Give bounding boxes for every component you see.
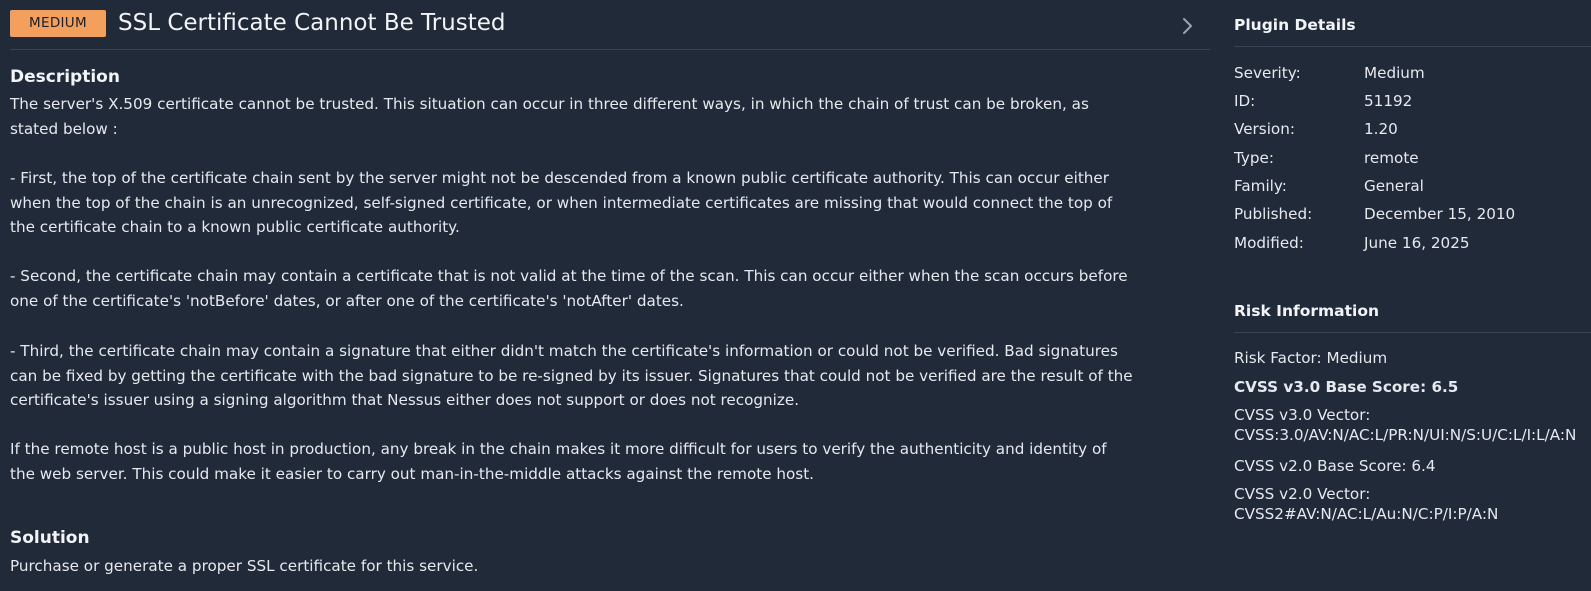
detail-value: remote [1364,149,1419,167]
detail-label: Version: [1234,120,1295,138]
detail-row-family: Family: General [1234,175,1591,197]
detail-value: 1.20 [1364,120,1398,138]
detail-row-type: Type: remote [1234,147,1591,169]
detail-label: Modified: [1234,234,1304,252]
detail-value: 51192 [1364,92,1413,110]
severity-badge: MEDIUM [10,10,106,37]
description-paragraph: - First, the top of the certificate chai… [10,169,1113,237]
plugin-title: SSL Certificate Cannot Be Trusted [118,10,506,36]
detail-value: General [1364,177,1424,195]
detail-label: Published: [1234,205,1313,223]
detail-row-version: Version: 1.20 [1234,118,1591,140]
risk-information-heading: Risk Information [1234,300,1591,333]
detail-label: ID: [1234,92,1256,110]
risk-factor: Risk Factor: Medium [1234,349,1388,367]
description-heading: Description [10,67,120,87]
detail-row-modified: Modified: June 16, 2025 [1234,232,1591,254]
cvss3-vector: CVSS:3.0/AV:N/AC:L/PR:N/UI:N/S:U/C:L/I:L… [1234,426,1577,444]
main-panel: MEDIUM SSL Certificate Cannot Be Trusted… [10,0,1210,591]
cvss2-base-score: CVSS v2.0 Base Score: 6.4 [1234,457,1436,475]
detail-label: Family: [1234,177,1287,195]
description-paragraph: - Second, the certificate chain may cont… [10,267,1128,310]
chevron-right-icon[interactable] [1178,13,1198,39]
description-paragraph: If the remote host is a public host in p… [10,440,1107,483]
detail-value: June 16, 2025 [1364,234,1470,252]
detail-row-severity: Severity: Medium [1234,62,1591,84]
detail-row-published: Published: December 15, 2010 [1234,203,1591,225]
detail-value: Medium [1364,64,1425,82]
cvss3-base-score: CVSS v3.0 Base Score: 6.5 [1234,378,1459,396]
detail-label: Type: [1234,149,1274,167]
cvss2-vector-label: CVSS v2.0 Vector: [1234,485,1371,503]
description-paragraph: - Third, the certificate chain may conta… [10,342,1133,410]
detail-label: Severity: [1234,64,1301,82]
detail-value: December 15, 2010 [1364,205,1516,223]
solution-text: Purchase or generate a proper SSL certif… [10,557,479,575]
cvss3-vector-label: CVSS v3.0 Vector: [1234,406,1371,424]
description-paragraph: The server's X.509 certificate cannot be… [10,95,1089,138]
cvss2-vector: CVSS2#AV:N/AC:L/Au:N/C:P/I:P/A:N [1234,505,1499,523]
solution-heading: Solution [10,528,90,548]
details-sidebar: Plugin Details Severity: Medium ID: 5119… [1234,0,1591,591]
detail-row-id: ID: 51192 [1234,90,1591,112]
plugin-details-heading: Plugin Details [1234,14,1591,47]
plugin-header: MEDIUM SSL Certificate Cannot Be Trusted [10,0,1210,50]
